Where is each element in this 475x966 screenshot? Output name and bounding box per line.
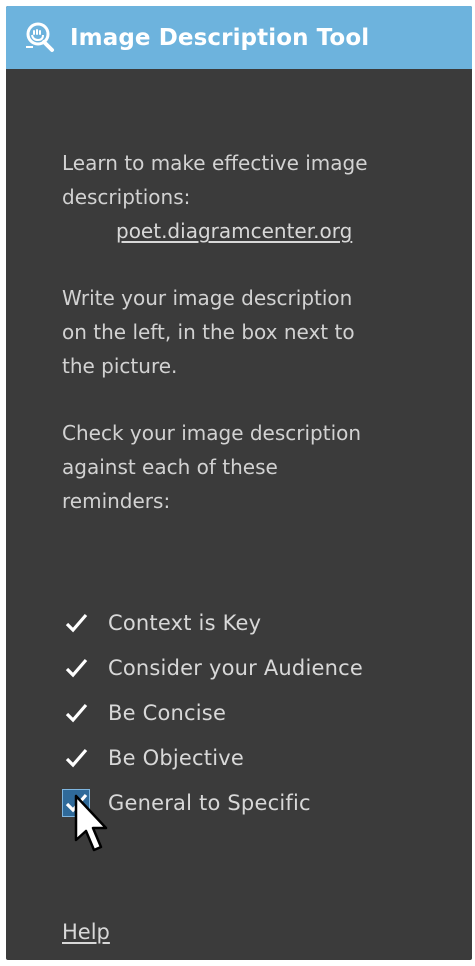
panel-title: Image Description Tool — [70, 24, 370, 51]
reminder-be-objective[interactable]: Be Objective — [62, 735, 452, 780]
reminder-consider-audience[interactable]: Consider your Audience — [62, 645, 452, 690]
check-instruction-line: Check your image description — [62, 421, 362, 445]
checkbox-checked-icon[interactable] — [62, 609, 90, 637]
reminder-label: Consider your Audience — [108, 655, 363, 680]
reminder-be-concise[interactable]: Be Concise — [62, 690, 452, 735]
reminder-context-is-key[interactable]: Context is Key — [62, 600, 452, 645]
mouse-pointer-icon — [74, 794, 114, 858]
reminder-label: General to Specific — [108, 790, 311, 815]
learn-text-line: Learn to make effective image — [62, 151, 368, 175]
write-instruction-line: the picture. — [62, 354, 178, 378]
check-instruction-line: reminders: — [62, 489, 171, 513]
checkbox-checked-icon[interactable] — [62, 699, 90, 727]
check-instruction-line: against each of these — [62, 455, 278, 479]
learn-text-line: descriptions: — [62, 185, 191, 209]
image-description-panel: Image Description Tool Learn to make eff… — [6, 6, 472, 960]
write-instruction-line: Write your image description — [62, 286, 353, 310]
magnifier-hand-icon — [23, 21, 57, 55]
checkbox-checked-icon[interactable] — [62, 744, 90, 772]
instructions: Learn to make effective image descriptio… — [62, 146, 452, 518]
reminder-general-to-specific[interactable]: General to Specific — [62, 780, 452, 825]
panel-title-bar: Image Description Tool — [6, 6, 472, 69]
checkbox-checked-icon[interactable] — [62, 654, 90, 682]
write-instruction-line: on the left, in the box next to — [62, 320, 355, 344]
help-link[interactable]: Help — [62, 920, 110, 944]
reminder-label: Be Objective — [108, 745, 244, 770]
reminder-label: Context is Key — [108, 610, 262, 635]
reminder-label: Be Concise — [108, 700, 227, 725]
reminder-checklist: Context is Key Consider your Audience Be… — [62, 600, 452, 825]
poet-link[interactable]: poet.diagramcenter.org — [116, 219, 352, 243]
